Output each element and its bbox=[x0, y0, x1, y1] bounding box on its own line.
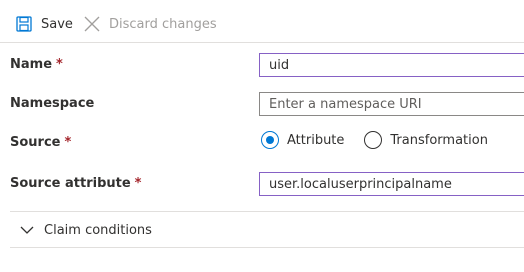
save-icon bbox=[16, 16, 32, 32]
source-radio-group: Attribute Transformation bbox=[261, 130, 508, 150]
radio-unchecked-icon bbox=[364, 131, 383, 149]
chevron-down-icon bbox=[20, 226, 34, 234]
required-marker: * bbox=[134, 176, 142, 191]
source-attribute-input[interactable] bbox=[259, 172, 524, 196]
source-option-attribute[interactable]: Attribute bbox=[261, 131, 344, 149]
command-bar: Save Discard changes bbox=[0, 0, 524, 43]
save-label: Save bbox=[41, 16, 73, 32]
namespace-label-text: Namespace bbox=[10, 96, 95, 111]
source-option-transformation-label: Transformation bbox=[390, 132, 488, 148]
source-attribute-label-text: Source attribute bbox=[10, 176, 131, 191]
name-input[interactable] bbox=[259, 53, 524, 77]
close-icon bbox=[84, 16, 100, 32]
source-option-transformation[interactable]: Transformation bbox=[364, 131, 488, 149]
source-label-text: Source bbox=[10, 135, 61, 150]
name-label-text: Name bbox=[10, 57, 53, 72]
divider bbox=[10, 211, 524, 212]
name-label: Name * bbox=[10, 57, 63, 72]
required-marker: * bbox=[56, 57, 63, 72]
discard-changes-button[interactable]: Discard changes bbox=[84, 12, 217, 36]
claim-conditions-toggle[interactable]: Claim conditions bbox=[20, 220, 152, 240]
source-option-attribute-label: Attribute bbox=[287, 132, 345, 148]
source-label: Source * bbox=[10, 135, 71, 150]
save-button[interactable]: Save bbox=[16, 12, 73, 36]
radio-checked-icon bbox=[261, 131, 279, 149]
namespace-label: Namespace bbox=[10, 96, 94, 111]
namespace-input[interactable] bbox=[259, 92, 524, 116]
claim-conditions-label: Claim conditions bbox=[44, 222, 152, 238]
source-attribute-label: Source attribute * bbox=[10, 176, 141, 191]
divider bbox=[10, 247, 524, 248]
discard-label: Discard changes bbox=[109, 16, 217, 32]
required-marker: * bbox=[64, 135, 72, 150]
